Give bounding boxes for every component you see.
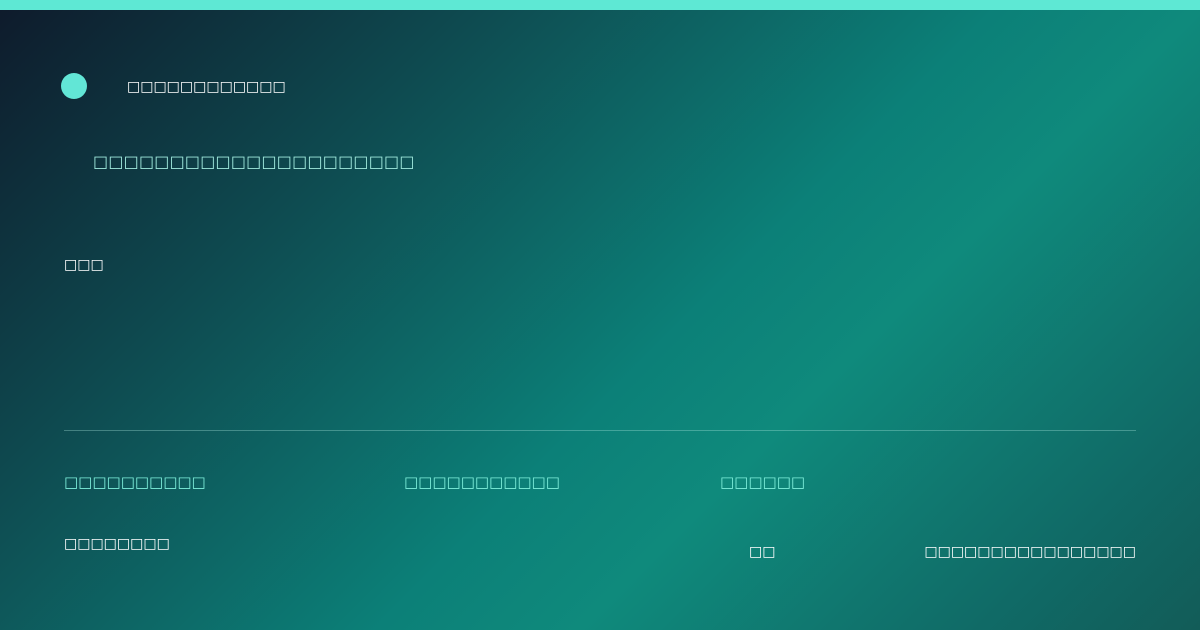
share-card: □□□□□□□□□□□□ □□□□□□□□□□□□□□□□□□□□□ □□□ □… bbox=[0, 0, 1200, 630]
meta-item-3: □□□□□□ bbox=[720, 473, 806, 491]
headline: □□□ bbox=[64, 257, 104, 273]
divider bbox=[64, 430, 1136, 431]
footer-middle-text: □□ bbox=[749, 544, 776, 560]
meta-item-2: □□□□□□□□□□□ bbox=[404, 473, 560, 491]
subtitle: □□□□□□□□□□□□□□□□□□□□□ bbox=[93, 152, 415, 171]
accent-top-bar bbox=[0, 0, 1200, 10]
meta-item-1: □□□□□□□□□□ bbox=[64, 473, 206, 491]
footer-left-text: □□□□□□□□ bbox=[64, 536, 170, 552]
footer-right-text: □□□□□□□□□□□□□□□□ bbox=[924, 544, 1136, 560]
brand-name: □□□□□□□□□□□□ bbox=[127, 79, 286, 95]
brand-dot-icon bbox=[61, 73, 87, 99]
